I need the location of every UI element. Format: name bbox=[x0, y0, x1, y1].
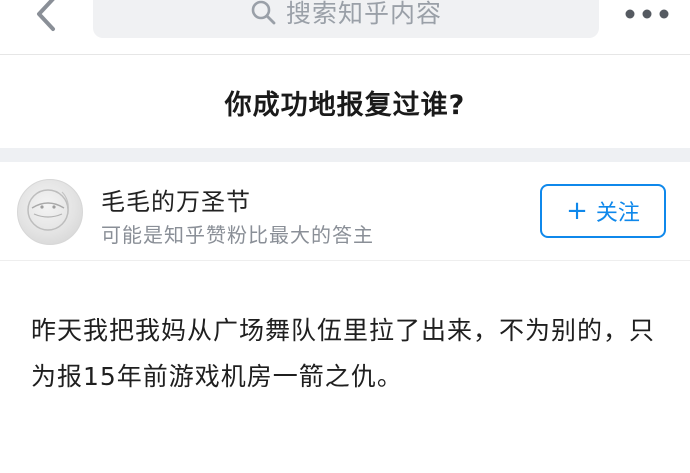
more-options-button[interactable] bbox=[622, 4, 672, 24]
top-navigation-bar: 搜索知乎内容 bbox=[0, 0, 690, 55]
search-icon bbox=[250, 0, 276, 25]
author-bio: 可能是知乎赞粉比最大的答主 bbox=[101, 223, 374, 247]
author-info-row: 毛毛的万圣节 可能是知乎赞粉比最大的答主 + 关注 bbox=[0, 162, 690, 261]
section-divider bbox=[0, 148, 690, 162]
search-input[interactable]: 搜索知乎内容 bbox=[93, 0, 599, 38]
author-name[interactable]: 毛毛的万圣节 bbox=[101, 182, 251, 217]
app-screen: 搜索知乎内容 你成功地报复过谁? 毛毛的万圣节 可能是知乎赞粉比最大的答主 + … bbox=[0, 0, 690, 473]
chevron-left-icon bbox=[35, 0, 57, 36]
more-dots-icon bbox=[624, 5, 670, 24]
follow-label: 关注 bbox=[595, 201, 640, 226]
plus-icon: + bbox=[566, 196, 588, 226]
question-header[interactable]: 你成功地报复过谁? bbox=[0, 55, 690, 148]
search-placeholder: 搜索知乎内容 bbox=[285, 0, 442, 28]
follow-button[interactable]: + 关注 bbox=[540, 184, 666, 238]
answer-content: 昨天我把我妈从广场舞队伍里拉了出来，不为别的，只为报15年前游戏机房一箭之仇。 bbox=[31, 316, 656, 391]
question-title: 你成功地报复过谁? bbox=[224, 90, 466, 121]
avatar[interactable] bbox=[17, 179, 83, 245]
back-button[interactable] bbox=[26, 0, 66, 38]
